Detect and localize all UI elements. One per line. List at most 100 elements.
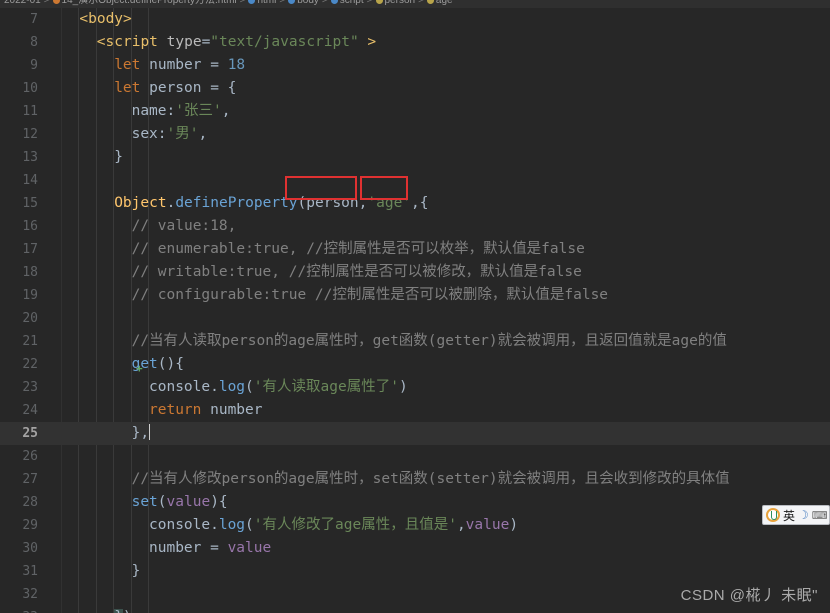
line-number: 21 xyxy=(22,334,38,349)
code-token: , xyxy=(456,517,466,533)
code-text: }, xyxy=(131,422,151,445)
code-line[interactable]: 21 //当有人读取person的age属性时，get函数(getter)就会被调… xyxy=(0,330,830,353)
code-line[interactable]: 18 // writable:true, //控制属性是否可以被修改，默认值是fa… xyxy=(0,261,830,284)
code-token: number xyxy=(210,402,263,418)
code-token: // value:18, xyxy=(131,218,237,234)
code-text: //当有人修改person的age属性时，set函数(setter)就会被调用，… xyxy=(132,468,730,491)
code-token: number = xyxy=(149,540,228,556)
code-line[interactable]: 17 // enumerable:true, //控制属性是否可以枚举，默认值是f… xyxy=(0,238,830,261)
code-token: > xyxy=(358,34,377,50)
tag-icon xyxy=(288,0,296,4)
code-token: //当有人修改person的age属性时，set函数(setter)就会被调用，… xyxy=(131,471,730,487)
code-token: log xyxy=(218,379,246,395)
code-token: // enumerable:true, //控制属性是否可以枚举，默认值是fal… xyxy=(131,241,585,257)
code-line[interactable]: 22 get(){ xyxy=(0,353,830,376)
line-number: 15 xyxy=(22,196,38,211)
code-text: return number xyxy=(149,399,263,422)
code-text: } xyxy=(132,560,141,583)
code-token: ( xyxy=(245,517,254,533)
code-text: sex:'男', xyxy=(132,123,208,146)
variable-icon xyxy=(375,0,383,4)
ime-mode-label[interactable]: 英 xyxy=(783,507,795,524)
code-line[interactable]: 20 xyxy=(0,307,830,330)
code-line[interactable]: 16 // value:18, xyxy=(0,215,830,238)
code-token: } xyxy=(131,563,141,579)
code-token: (person, xyxy=(297,195,368,211)
editor-window: 2022-01 >14_演示Object.defineProperty方法.htm… xyxy=(0,0,830,613)
breadcrumb-separator: > xyxy=(279,0,286,6)
code-text: <body> xyxy=(79,8,131,31)
breadcrumb-item[interactable]: body xyxy=(297,0,319,6)
vcs-added-marker-icon: + xyxy=(136,362,143,375)
code-token: sex: xyxy=(131,126,167,142)
code-line[interactable]: 11 name:'张三', xyxy=(0,100,830,123)
breadcrumb-separator: > xyxy=(418,0,424,6)
code-line[interactable]: 12 sex:'男', xyxy=(0,123,830,146)
code-line[interactable]: 13} xyxy=(0,146,830,169)
code-line[interactable]: 31} xyxy=(0,560,830,583)
code-token: log xyxy=(218,517,246,533)
code-text: // configurable:true //控制属性是否可以被删除，默认值是f… xyxy=(132,284,608,307)
code-line[interactable]: 29 console.log('有人修改了age属性，且值是',value) xyxy=(0,514,830,537)
moon-icon[interactable]: ☽ xyxy=(798,508,809,522)
line-number: 12 xyxy=(22,127,38,142)
breadcrumb-item[interactable]: age xyxy=(436,0,453,6)
code-line[interactable]: 8 <script type="text/javascript" > xyxy=(0,31,830,54)
code-token: . xyxy=(166,195,176,211)
line-number: 17 xyxy=(22,242,38,257)
code-token: '有人修改了age属性，且值是' xyxy=(253,517,457,533)
code-line[interactable]: 28 set(value){ xyxy=(0,491,830,514)
tag-icon xyxy=(248,0,256,4)
sogou-logo-icon[interactable] xyxy=(766,508,780,522)
code-token: set xyxy=(131,494,158,510)
line-number: 22 xyxy=(22,357,38,372)
keyboard-icon[interactable]: ⌨ xyxy=(812,509,828,522)
code-text: console.log('有人读取age属性了') xyxy=(149,376,408,399)
code-token: number = xyxy=(149,57,228,73)
code-line[interactable]: 26 xyxy=(0,445,830,468)
code-text: let person = { xyxy=(114,77,236,100)
breadcrumb-item[interactable]: 2022-01 xyxy=(4,0,41,6)
code-line[interactable]: 33}) xyxy=(0,606,830,613)
code-token: , xyxy=(221,103,231,119)
code-line[interactable]: 30 number = value xyxy=(0,537,830,560)
line-number: 20 xyxy=(22,311,38,326)
code-line[interactable]: 7 <body> xyxy=(0,8,830,31)
breadcrumb-item[interactable]: html xyxy=(257,0,276,6)
code-line[interactable]: 9 let number = 18 xyxy=(0,54,830,77)
breadcrumb-item[interactable]: person xyxy=(385,0,416,6)
code-token: <body> xyxy=(79,11,132,27)
line-number: 14 xyxy=(22,173,38,188)
line-number: 27 xyxy=(22,472,38,487)
code-line[interactable]: 23 console.log('有人读取age属性了') xyxy=(0,376,830,399)
code-text: set(value){ xyxy=(132,491,228,514)
line-number: 28 xyxy=(22,495,38,510)
line-number: 29 xyxy=(22,518,38,533)
variable-icon xyxy=(426,0,434,4)
code-token: ){ xyxy=(210,494,228,510)
code-line[interactable]: 27 //当有人修改person的age属性时，set函数(setter)就会被调… xyxy=(0,468,830,491)
code-line[interactable]: 25}, xyxy=(0,422,830,445)
code-editor[interactable]: 7 <body> 8 <script type="text/javascript" >… xyxy=(0,8,830,613)
code-line[interactable]: 14 xyxy=(0,169,830,192)
breadcrumb-item[interactable]: 14_演示Object.defineProperty方法.html xyxy=(62,0,237,6)
code-token: console. xyxy=(149,517,219,533)
breadcrumb-item[interactable]: script xyxy=(340,0,364,6)
code-token: ) xyxy=(398,379,408,395)
ime-floating-bar[interactable]: 英 ☽ ⌨ xyxy=(762,505,830,525)
code-token: ) xyxy=(509,517,519,533)
code-token: Object xyxy=(114,195,167,211)
code-token: }, xyxy=(131,425,150,441)
line-number: 9 xyxy=(30,58,38,73)
code-line[interactable]: 10 let person = { xyxy=(0,77,830,100)
line-number: 18 xyxy=(22,265,38,280)
code-line[interactable]: 15 Object.defineProperty(person,'age',{ xyxy=(0,192,830,215)
code-line[interactable]: 24 return number xyxy=(0,399,830,422)
code-token: //当有人读取person的age属性时，get函数(getter)就会被调用，… xyxy=(131,333,727,349)
code-token: // writable:true, //控制属性是否可以被修改，默认值是fals… xyxy=(131,264,582,280)
code-token: <script xyxy=(96,34,167,50)
line-number: 23 xyxy=(22,380,38,395)
code-line[interactable]: 19 // configurable:true //控制属性是否可以被删除，默认值… xyxy=(0,284,830,307)
breadcrumb[interactable]: 2022-01 >14_演示Object.defineProperty方法.htm… xyxy=(0,0,830,8)
code-text: } xyxy=(114,146,123,169)
